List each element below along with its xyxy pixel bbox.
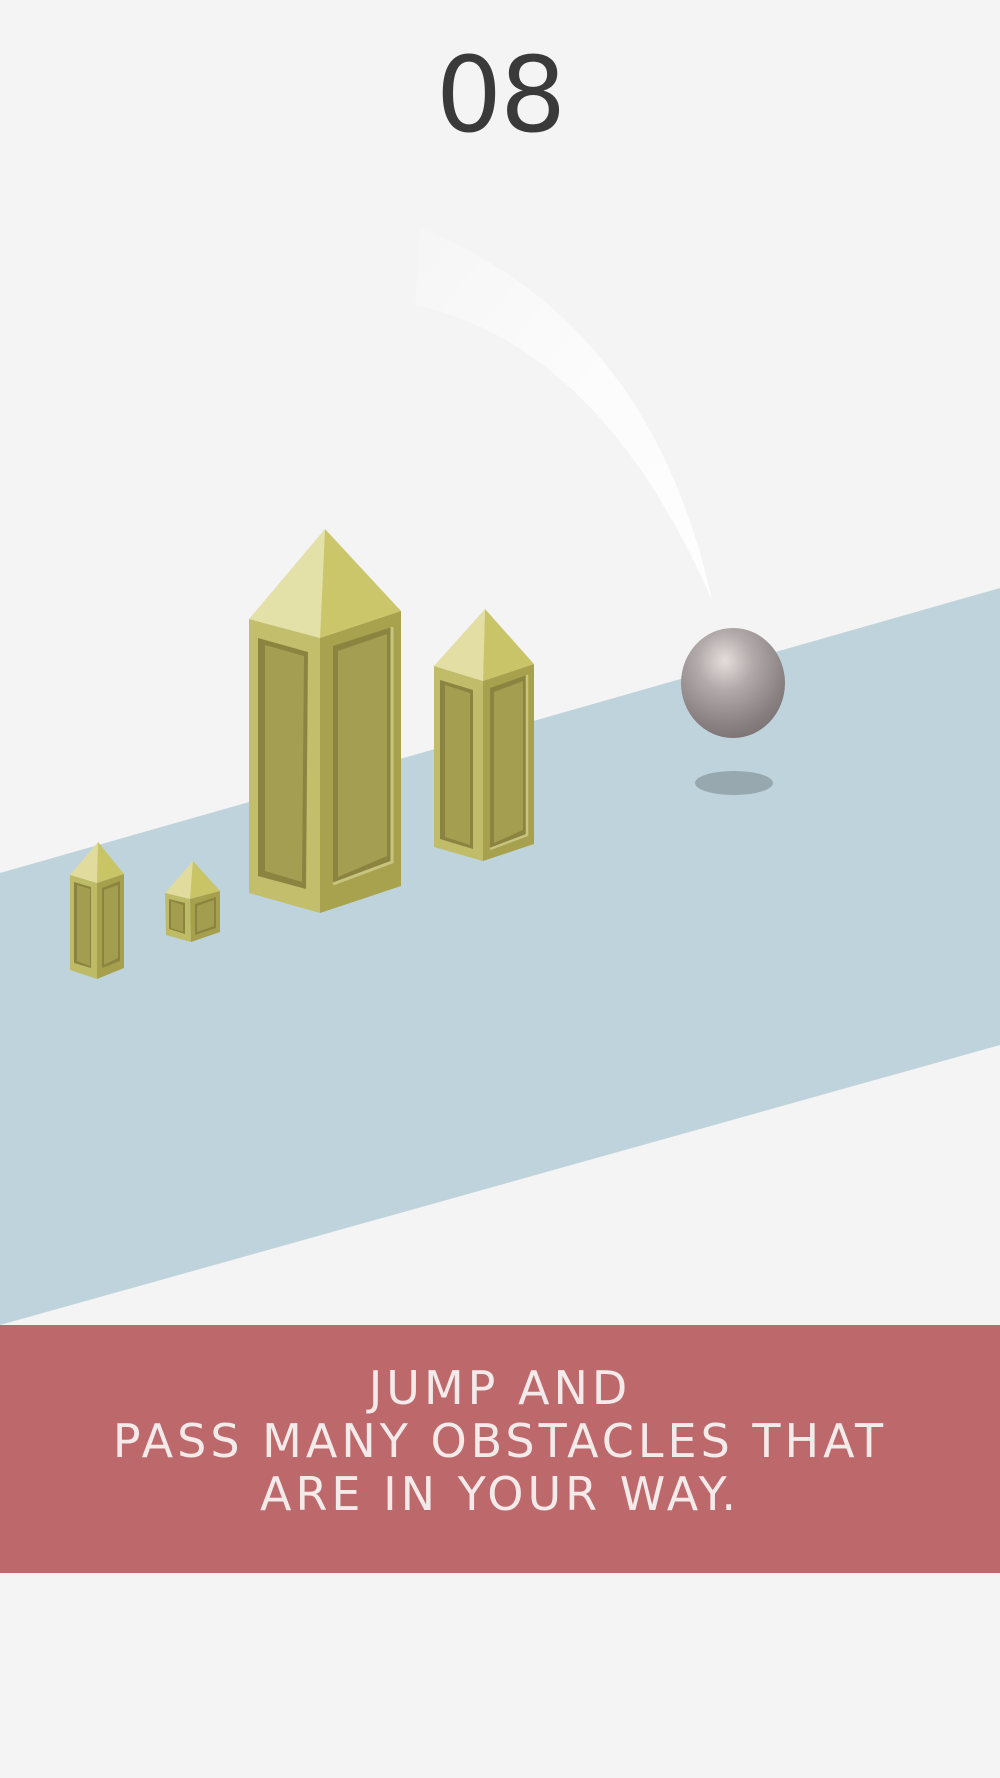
score-counter: 08 [435,34,566,156]
instruction-line-2: PASS MANY OBSTACLES THAT [112,1414,888,1468]
obstacle-tall [249,529,401,913]
jump-trail [415,228,712,600]
instruction-banner: JUMP AND PASS MANY OBSTACLES THAT ARE IN… [0,1325,1000,1573]
instruction-line-1: JUMP AND [368,1361,632,1415]
instruction-line-3: ARE IN YOUR WAY. [259,1467,741,1521]
player-ball[interactable] [681,628,785,738]
game-screen[interactable]: 08 JUMP AND PASS MANY OBSTACLES THAT ARE… [0,0,1000,1778]
instruction-text: JUMP AND PASS MANY OBSTACLES THAT ARE IN… [0,1362,1000,1521]
obstacle-medium [434,609,534,861]
ball-shadow [695,771,773,795]
